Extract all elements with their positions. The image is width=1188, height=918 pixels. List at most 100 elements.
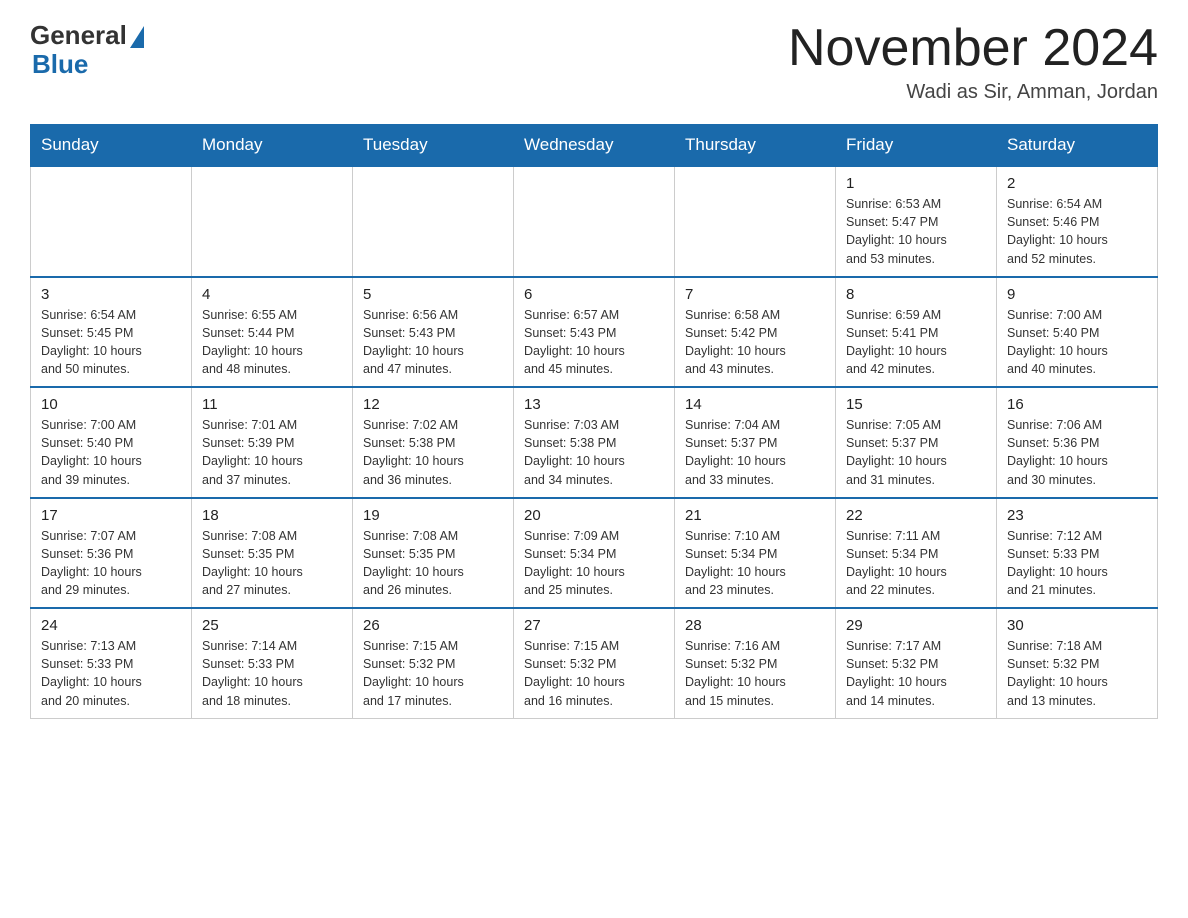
- calendar-header-saturday: Saturday: [997, 125, 1158, 167]
- calendar-cell: 27 Sunrise: 7:15 AM Sunset: 5:32 PM Dayli…: [514, 608, 675, 718]
- calendar-header-row: SundayMondayTuesdayWednesdayThursdayFrid…: [31, 125, 1158, 167]
- day-info: Sunrise: 7:01 AM Sunset: 5:39 PM Dayligh…: [202, 416, 342, 489]
- day-number: 28: [685, 617, 825, 634]
- day-number: 25: [202, 617, 342, 634]
- calendar-header-wednesday: Wednesday: [514, 125, 675, 167]
- calendar-cell: 26Sunrise: 7:15 AM Sunset: 5:32 PM Dayli…: [353, 608, 514, 718]
- day-info: Sunrise: 6:54 AM Sunset: 5:46 PM Dayligh…: [1007, 195, 1147, 268]
- day-number: 10: [41, 396, 181, 413]
- day-info: Sunrise: 7:12 AM Sunset: 5:33 PM Dayligh…: [1007, 527, 1147, 600]
- calendar-cell: 22 Sunrise: 7:11 AM Sunset: 5:34 PM Dayli…: [836, 498, 997, 609]
- calendar-cell: 24Sunrise: 7:13 AM Sunset: 5:33 PM Dayli…: [31, 608, 192, 718]
- day-info: Sunrise: 6:55 AM Sunset: 5:44 PM Dayligh…: [202, 306, 342, 379]
- calendar-cell: 16 Sunrise: 7:06 AM Sunset: 5:36 PM Dayli…: [997, 387, 1158, 498]
- calendar-header-monday: Monday: [192, 125, 353, 167]
- day-info: Sunrise: 7:14 AM Sunset: 5:33 PM Dayligh…: [202, 637, 342, 710]
- title-section: November 2024 Wadi as Sir, Amman, Jordan: [788, 20, 1158, 104]
- day-info: Sunrise: 7:03 AM Sunset: 5:38 PM Dayligh…: [524, 416, 664, 489]
- day-number: 16: [1007, 396, 1147, 413]
- calendar-cell: 23Sunrise: 7:12 AM Sunset: 5:33 PM Dayli…: [997, 498, 1158, 609]
- day-number: 19: [363, 507, 503, 524]
- day-number: 17: [41, 507, 181, 524]
- day-info: Sunrise: 7:08 AM Sunset: 5:35 PM Dayligh…: [202, 527, 342, 600]
- day-info: Sunrise: 6:53 AM Sunset: 5:47 PM Dayligh…: [846, 195, 986, 268]
- calendar-header-tuesday: Tuesday: [353, 125, 514, 167]
- calendar-cell: 5 Sunrise: 6:56 AM Sunset: 5:43 PM Daylig…: [353, 277, 514, 388]
- day-number: 30: [1007, 617, 1147, 634]
- day-info: Sunrise: 6:56 AM Sunset: 5:43 PM Dayligh…: [363, 306, 503, 379]
- day-info: Sunrise: 7:05 AM Sunset: 5:37 PM Dayligh…: [846, 416, 986, 489]
- calendar-header-friday: Friday: [836, 125, 997, 167]
- day-info: Sunrise: 6:58 AM Sunset: 5:42 PM Dayligh…: [685, 306, 825, 379]
- calendar-cell: 12Sunrise: 7:02 AM Sunset: 5:38 PM Dayli…: [353, 387, 514, 498]
- calendar-cell: 6 Sunrise: 6:57 AM Sunset: 5:43 PM Daylig…: [514, 277, 675, 388]
- day-number: 6: [524, 286, 664, 303]
- calendar-cell: 15 Sunrise: 7:05 AM Sunset: 5:37 PM Dayli…: [836, 387, 997, 498]
- day-info: Sunrise: 7:15 AM Sunset: 5:32 PM Dayligh…: [524, 637, 664, 710]
- day-info: Sunrise: 7:06 AM Sunset: 5:36 PM Dayligh…: [1007, 416, 1147, 489]
- day-number: 15: [846, 396, 986, 413]
- day-info: Sunrise: 7:09 AM Sunset: 5:34 PM Dayligh…: [524, 527, 664, 600]
- week-row-1: 1Sunrise: 6:53 AM Sunset: 5:47 PM Daylig…: [31, 166, 1158, 277]
- day-info: Sunrise: 7:13 AM Sunset: 5:33 PM Dayligh…: [41, 637, 181, 710]
- calendar-cell: 10 Sunrise: 7:00 AM Sunset: 5:40 PM Dayli…: [31, 387, 192, 498]
- day-info: Sunrise: 7:10 AM Sunset: 5:34 PM Dayligh…: [685, 527, 825, 600]
- calendar-cell: [31, 166, 192, 277]
- calendar-header-sunday: Sunday: [31, 125, 192, 167]
- day-info: Sunrise: 6:54 AM Sunset: 5:45 PM Dayligh…: [41, 306, 181, 379]
- day-number: 4: [202, 286, 342, 303]
- calendar-cell: 7Sunrise: 6:58 AM Sunset: 5:42 PM Daylig…: [675, 277, 836, 388]
- week-row-2: 3 Sunrise: 6:54 AM Sunset: 5:45 PM Daylig…: [31, 277, 1158, 388]
- calendar-cell: 8Sunrise: 6:59 AM Sunset: 5:41 PM Daylig…: [836, 277, 997, 388]
- logo-general-text: General: [30, 20, 127, 51]
- calendar-header-thursday: Thursday: [675, 125, 836, 167]
- day-number: 13: [524, 396, 664, 413]
- calendar-cell: 19Sunrise: 7:08 AM Sunset: 5:35 PM Dayli…: [353, 498, 514, 609]
- day-number: 2: [1007, 175, 1147, 192]
- day-info: Sunrise: 7:00 AM Sunset: 5:40 PM Dayligh…: [1007, 306, 1147, 379]
- week-row-3: 10 Sunrise: 7:00 AM Sunset: 5:40 PM Dayli…: [31, 387, 1158, 498]
- day-number: 14: [685, 396, 825, 413]
- day-info: Sunrise: 7:07 AM Sunset: 5:36 PM Dayligh…: [41, 527, 181, 600]
- day-number: 5: [363, 286, 503, 303]
- calendar-cell: 18 Sunrise: 7:08 AM Sunset: 5:35 PM Dayli…: [192, 498, 353, 609]
- day-number: 20: [524, 507, 664, 524]
- day-number: 29: [846, 617, 986, 634]
- day-info: Sunrise: 7:00 AM Sunset: 5:40 PM Dayligh…: [41, 416, 181, 489]
- day-number: 3: [41, 286, 181, 303]
- calendar-cell: 30Sunrise: 7:18 AM Sunset: 5:32 PM Dayli…: [997, 608, 1158, 718]
- location-text: Wadi as Sir, Amman, Jordan: [788, 81, 1158, 104]
- calendar-cell: 4 Sunrise: 6:55 AM Sunset: 5:44 PM Daylig…: [192, 277, 353, 388]
- logo-triangle-icon: [130, 26, 144, 48]
- week-row-4: 17 Sunrise: 7:07 AM Sunset: 5:36 PM Dayli…: [31, 498, 1158, 609]
- day-info: Sunrise: 7:16 AM Sunset: 5:32 PM Dayligh…: [685, 637, 825, 710]
- calendar-cell: 1Sunrise: 6:53 AM Sunset: 5:47 PM Daylig…: [836, 166, 997, 277]
- day-number: 18: [202, 507, 342, 524]
- calendar-cell: 3 Sunrise: 6:54 AM Sunset: 5:45 PM Daylig…: [31, 277, 192, 388]
- calendar-cell: 25 Sunrise: 7:14 AM Sunset: 5:33 PM Dayli…: [192, 608, 353, 718]
- calendar-cell: 29 Sunrise: 7:17 AM Sunset: 5:32 PM Dayli…: [836, 608, 997, 718]
- day-info: Sunrise: 7:17 AM Sunset: 5:32 PM Dayligh…: [846, 637, 986, 710]
- calendar-cell: [675, 166, 836, 277]
- day-number: 26: [363, 617, 503, 634]
- day-number: 9: [1007, 286, 1147, 303]
- day-number: 27: [524, 617, 664, 634]
- page-header: General Blue November 2024 Wadi as Sir, …: [30, 20, 1158, 104]
- calendar-cell: 20 Sunrise: 7:09 AM Sunset: 5:34 PM Dayli…: [514, 498, 675, 609]
- day-number: 11: [202, 396, 342, 413]
- day-info: Sunrise: 7:11 AM Sunset: 5:34 PM Dayligh…: [846, 527, 986, 600]
- day-info: Sunrise: 7:02 AM Sunset: 5:38 PM Dayligh…: [363, 416, 503, 489]
- logo: General Blue: [30, 20, 144, 80]
- calendar-cell: [192, 166, 353, 277]
- calendar-cell: [514, 166, 675, 277]
- calendar-cell: [353, 166, 514, 277]
- week-row-5: 24Sunrise: 7:13 AM Sunset: 5:33 PM Dayli…: [31, 608, 1158, 718]
- calendar-cell: 2 Sunrise: 6:54 AM Sunset: 5:46 PM Daylig…: [997, 166, 1158, 277]
- day-number: 21: [685, 507, 825, 524]
- calendar-cell: 14Sunrise: 7:04 AM Sunset: 5:37 PM Dayli…: [675, 387, 836, 498]
- day-number: 22: [846, 507, 986, 524]
- logo-blue-text: Blue: [32, 49, 88, 80]
- calendar-cell: 28 Sunrise: 7:16 AM Sunset: 5:32 PM Dayli…: [675, 608, 836, 718]
- day-info: Sunrise: 6:57 AM Sunset: 5:43 PM Dayligh…: [524, 306, 664, 379]
- calendar-cell: 13 Sunrise: 7:03 AM Sunset: 5:38 PM Dayli…: [514, 387, 675, 498]
